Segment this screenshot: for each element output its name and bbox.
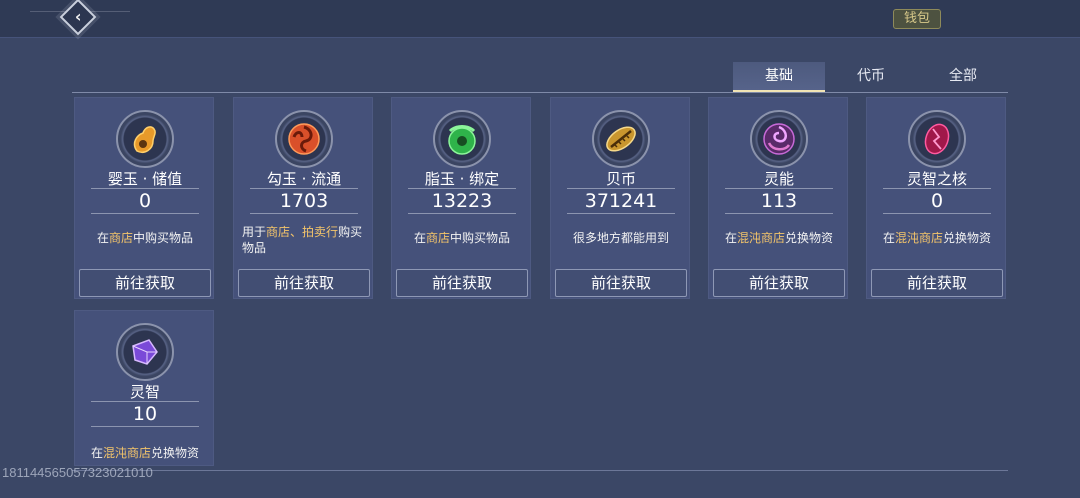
currency-name: 灵智之核 (906, 170, 967, 188)
currency-amount: 0 (91, 188, 199, 214)
violet-crystal-icon (116, 323, 174, 381)
chaos-shop-link: 混沌商店 (102, 446, 151, 460)
go-obtain-button[interactable]: 前往获取 (713, 269, 845, 297)
currency-card: 灵智之核 0 在混沌商店兑换物资 前往获取 (866, 97, 1006, 299)
currency-amount: 371241 (567, 188, 675, 214)
currency-grid: 婴玉 · 储值 0 在商店中购买物品 前往获取 勾玉 · 流通 1703 用于商… (74, 97, 1010, 467)
top-bar: ‹ 钱包 (0, 0, 1080, 38)
currency-amount: 0 (883, 188, 991, 214)
go-obtain-button[interactable]: 前往获取 (396, 269, 528, 297)
shell-coin-icon (592, 110, 650, 168)
red-swirl-jade-icon (275, 110, 333, 168)
auction-link: 拍卖行 (302, 225, 339, 239)
tab-tokens[interactable]: 代币 (825, 62, 917, 92)
chevron-left-icon: ‹ (74, 7, 82, 26)
currency-card: 婴玉 · 储值 0 在商店中购买物品 前往获取 (74, 97, 214, 299)
green-jade-icon (433, 110, 491, 168)
currency-card: 勾玉 · 流通 1703 用于商店、拍卖行购买物品 前往获取 (233, 97, 373, 299)
currency-name: 脂玉 · 绑定 (424, 170, 500, 188)
currency-description: 在混沌商店兑换物资 (90, 446, 200, 460)
currency-card: 脂玉 · 绑定 13223 在商店中购买物品 前往获取 (391, 97, 531, 299)
back-frame: ‹ (59, 0, 97, 36)
currency-amount: 10 (91, 401, 199, 427)
currency-name: 灵智 (129, 383, 160, 401)
currency-description: 用于商店、拍卖行购买物品 (242, 225, 363, 255)
currency-name: 婴玉 · 储值 (107, 170, 183, 188)
currency-amount: 13223 (408, 188, 516, 214)
currency-name: 勾玉 · 流通 (266, 170, 342, 188)
currency-amount: 1703 (250, 188, 358, 214)
amber-jade-icon (116, 110, 174, 168)
tab-divider (72, 92, 1008, 93)
currency-description: 在商店中购买物品 (413, 231, 511, 245)
currency-amount: 113 (725, 188, 833, 214)
tab-all[interactable]: 全部 (917, 62, 1009, 92)
chaos-shop-link: 混沌商店 (736, 231, 785, 245)
category-tabs: 基础 代币 全部 (733, 62, 1009, 94)
currency-card: 贝币 371241 很多地方都能用到 前往获取 (550, 97, 690, 299)
bottom-divider (72, 470, 1008, 471)
currency-description: 在混沌商店兑换物资 (724, 231, 834, 245)
currency-card: 灵智 10 在混沌商店兑换物资 (74, 310, 214, 466)
shop-link: 商店 (266, 225, 291, 239)
shop-link: 商店 (425, 231, 450, 245)
tab-basic[interactable]: 基础 (733, 62, 825, 92)
go-obtain-button[interactable]: 前往获取 (79, 269, 211, 297)
chaos-shop-link: 混沌商店 (894, 231, 943, 245)
currency-name: 贝币 (605, 170, 636, 188)
back-button[interactable]: ‹ (58, 0, 98, 36)
currency-name: 灵能 (763, 170, 794, 188)
currency-description: 很多地方都能用到 (572, 231, 669, 245)
player-uid: 1811445650573230​21010 (2, 465, 153, 480)
shop-link: 商店 (108, 231, 133, 245)
currency-description: 在商店中购买物品 (96, 231, 194, 245)
go-obtain-button[interactable]: 前往获取 (871, 269, 1003, 297)
currency-card: 灵能 113 在混沌商店兑换物资 前往获取 (708, 97, 848, 299)
crimson-core-icon (908, 110, 966, 168)
go-obtain-button[interactable]: 前往获取 (555, 269, 687, 297)
purple-swirl-orb-icon (750, 110, 808, 168)
currency-description: 在混沌商店兑换物资 (882, 231, 992, 245)
go-obtain-button[interactable]: 前往获取 (238, 269, 370, 297)
wallet-button[interactable]: 钱包 (893, 9, 941, 29)
